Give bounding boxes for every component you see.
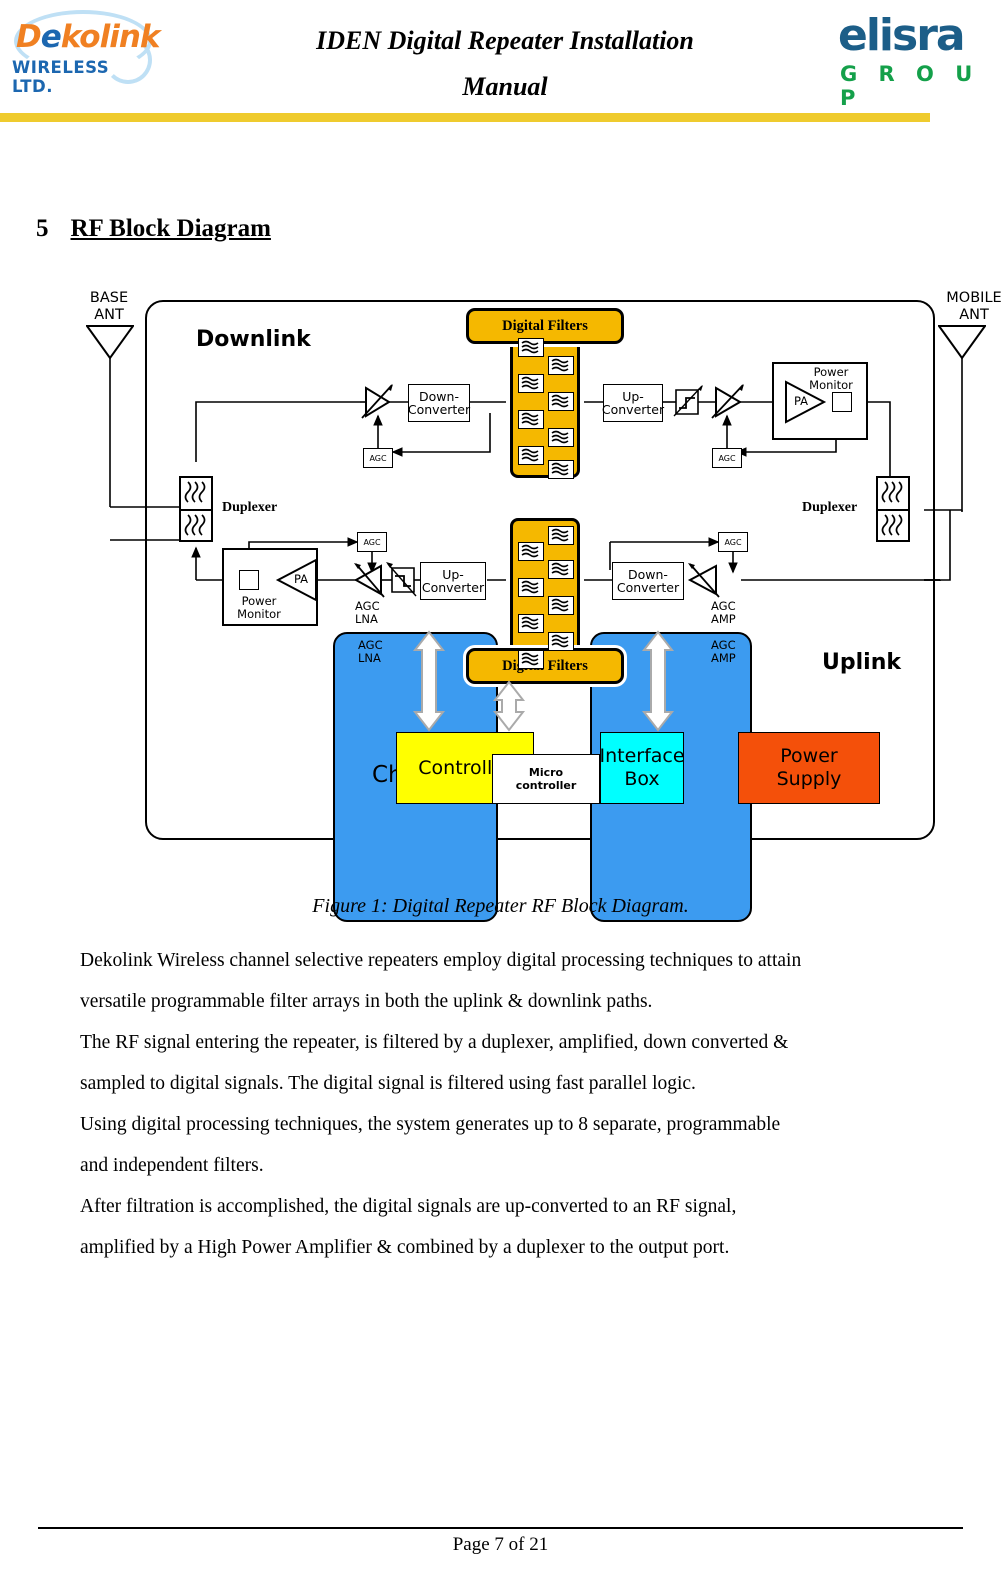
uplink-agc-right-label: AGC (724, 537, 742, 547)
downlink-up-converter: Up- Converter (601, 384, 665, 422)
uplink-up-converter-line2: Converter (421, 580, 485, 595)
downlink-agc-right-box: AGC (712, 448, 742, 468)
uplink-power-monitor-line1: Power (241, 594, 277, 608)
duplexer-right-cell-top (878, 478, 908, 509)
micro-controller-line1: Micro (528, 766, 564, 779)
header-divider (0, 113, 930, 122)
downlink-pa-label: PA (788, 395, 814, 408)
downlink-agc-right-label: AGC (718, 453, 736, 463)
interface-box-line1: Interface (599, 745, 685, 767)
footer-page-number: Page 7 of 21 (452, 1534, 549, 1555)
downlink-down-converter: Down- Converter (408, 384, 470, 422)
uplink-agc-lna-line1: AGC (355, 599, 380, 613)
uplink-agc-right-box: AGC (718, 532, 748, 552)
elisra-logo: elisra G R O U P (838, 10, 998, 110)
micro-controller-line2: controller (515, 779, 577, 792)
dekolink-letters-kolink: kolink (60, 19, 161, 55)
duplexer-left-label: Duplexer (222, 500, 278, 515)
downlink-power-monitor-line1: Power (813, 365, 849, 379)
body-line: After filtration is accomplished, the di… (80, 1196, 737, 1217)
dekolink-letter-d: D (16, 19, 42, 55)
uplink-down-converter-line2: Converter (616, 580, 680, 595)
duplexer-left (179, 476, 213, 542)
elisra-wordmark: elisra (838, 10, 966, 61)
downlink-coupler-icon (832, 392, 852, 412)
downlink-agc-left-label: AGC (369, 453, 387, 463)
uplink-power-monitor-label: Power Monitor (228, 595, 290, 621)
downlink-pa-text: PA (793, 394, 809, 408)
downlink-power-monitor-line2: Monitor (809, 378, 853, 392)
body-line: The RF signal entering the repeater, is … (80, 1032, 789, 1053)
section-number: 5 (36, 215, 49, 242)
uplink-down-converter: Down- Converter (612, 562, 684, 600)
downlink-up-converter-line2: Converter (601, 402, 665, 417)
power-supply-line1: Power (780, 745, 838, 767)
body-line: versatile programmable filter arrays in … (80, 991, 653, 1012)
dekolink-letter-e: e (40, 19, 62, 55)
downlink-agc-lna-line2: LNA (358, 651, 381, 665)
body-text: Dekolink Wireless channel selective repe… (80, 940, 940, 1268)
section-title: RF Block Diagram (70, 215, 271, 242)
downlink-agc-amp-line2: AMP (711, 651, 736, 665)
uplink-coupler-icon (239, 570, 259, 590)
uplink-pa-label: PA (288, 573, 314, 586)
downlink-agc-lna-line1: AGC (358, 638, 383, 652)
uplink-agc-lna-line2: LNA (355, 612, 378, 626)
uplink-power-monitor-line2: Monitor (237, 607, 281, 621)
uplink-agc-amp-line2: AMP (711, 612, 736, 626)
duplexer-right-cell-bottom (878, 509, 908, 540)
uplink-agc-left-box: AGC (357, 532, 387, 552)
downlink-agc-amp-line1: AGC (711, 638, 736, 652)
downlink-power-monitor-label: Power Monitor (800, 366, 862, 392)
downlink-agc-amp-tag: AGC AMP (711, 639, 736, 665)
downlink-down-converter-line2: Converter (407, 402, 471, 417)
body-line: amplified by a High Power Amplifier & co… (80, 1237, 730, 1258)
body-line: Using digital processing techniques, the… (80, 1114, 781, 1135)
dekolink-logo: Dekolink WIRELESS LTD. (8, 8, 161, 96)
dekolink-tagline: WIRELESS LTD. (12, 58, 110, 96)
figure-caption: Figure 1: Digital Repeater RF Block Diag… (312, 895, 689, 917)
downlink-agc-lna-tag: AGC LNA (358, 639, 383, 665)
uplink-agc-lna-tag: AGC LNA (355, 600, 380, 626)
duplexer-right-label: Duplexer (802, 500, 858, 515)
micro-controller-box: Micro controller (492, 754, 600, 804)
uplink-up-converter: Up- Converter (420, 562, 486, 600)
duplexer-right (876, 476, 910, 542)
body-line: sampled to digital signals. The digital … (80, 1073, 696, 1094)
power-supply-line2: Supply (776, 768, 842, 790)
duplexer-left-cell-top (181, 478, 211, 509)
elisra-group-label: G R O U P (840, 62, 980, 110)
document-title: IDEN Digital Repeater Installation Manua… (200, 18, 810, 110)
section-heading: 5 RF Block Diagram (36, 215, 271, 243)
body-line: and independent filters. (80, 1155, 264, 1176)
page-header: Dekolink WIRELESS LTD. IDEN Digital Repe… (0, 0, 1001, 128)
uplink-agc-left-label: AGC (363, 537, 381, 547)
uplink-pa-text: PA (293, 572, 309, 586)
uplink-agc-amp-line1: AGC (711, 599, 736, 613)
duplexer-left-cell-bottom (181, 509, 211, 540)
interface-box: Interface Box (599, 732, 685, 804)
downlink-agc-left-box: AGC (363, 448, 393, 468)
interface-box-line2: Box (624, 768, 660, 790)
rf-block-diagram: BASE ANT MOBILE ANT Downlink Uplink Chan… (0, 280, 1001, 922)
body-line: Dekolink Wireless channel selective repe… (80, 950, 802, 971)
dekolink-wordmark: Dekolink (16, 19, 161, 55)
document-title-line1: IDEN Digital Repeater Installation (316, 26, 694, 55)
footer-divider (38, 1527, 963, 1529)
document-title-line2: Manual (462, 72, 548, 101)
power-supply-box: Power Supply (738, 732, 880, 804)
uplink-agc-amp-tag: AGC AMP (711, 600, 736, 626)
